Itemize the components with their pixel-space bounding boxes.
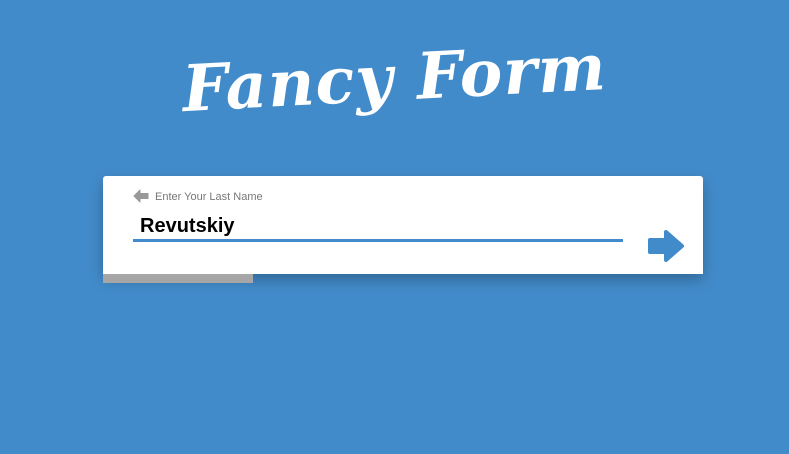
form-card: Enter Your Last Name bbox=[103, 176, 703, 274]
arrow-left-icon[interactable] bbox=[133, 188, 149, 204]
page: Fancy Form Enter Your Last Name bbox=[0, 0, 789, 454]
arrow-right-icon[interactable] bbox=[646, 226, 686, 266]
page-title: Fancy Form bbox=[180, 29, 609, 128]
form-container: Enter Your Last Name bbox=[103, 176, 703, 283]
progress-bar bbox=[103, 274, 703, 283]
last-name-input[interactable] bbox=[133, 214, 623, 242]
field-label: Enter Your Last Name bbox=[155, 191, 263, 203]
progress-fill bbox=[103, 274, 253, 283]
